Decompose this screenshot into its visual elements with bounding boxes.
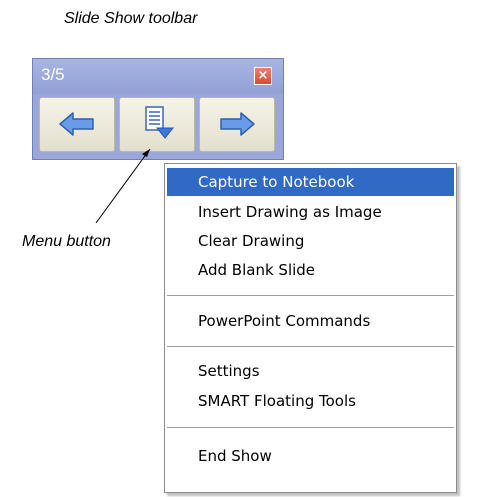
slide-show-menu: Capture to Notebook Insert Drawing as Im… — [164, 163, 457, 493]
menu-separator — [167, 295, 454, 296]
menu-button-caption: Menu button — [22, 233, 111, 250]
menu-item-clear-drawing[interactable]: Clear Drawing — [167, 227, 454, 255]
menu-separator — [167, 427, 454, 428]
menu-item-smart-floating-tools[interactable]: SMART Floating Tools — [167, 387, 454, 415]
menu-item-settings[interactable]: Settings — [167, 357, 454, 385]
menu-separator — [167, 346, 454, 347]
menu-item-end-show[interactable]: End Show — [167, 442, 454, 470]
menu-item-powerpoint-commands[interactable]: PowerPoint Commands — [167, 307, 454, 335]
menu-item-insert-drawing-as-image[interactable]: Insert Drawing as Image — [167, 198, 454, 226]
callout-arrowhead — [142, 149, 150, 157]
menu-item-add-blank-slide[interactable]: Add Blank Slide — [167, 256, 454, 284]
menu-item-capture-to-notebook[interactable]: Capture to Notebook — [167, 168, 454, 196]
